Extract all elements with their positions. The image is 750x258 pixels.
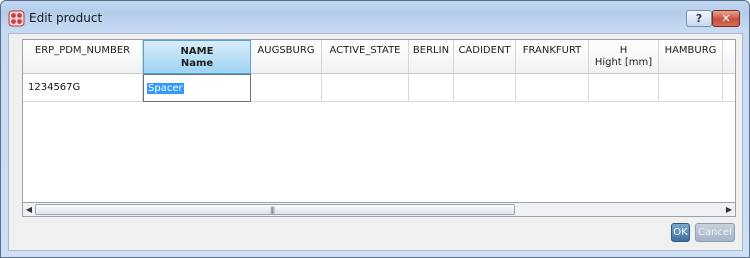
column-header-frankfurt[interactable]: FRANKFURT: [516, 40, 589, 74]
cell-augsburg[interactable]: [251, 74, 322, 102]
column-header-h[interactable]: H Hight [mm]: [589, 40, 659, 74]
dialog-client-area: ERP_PDM_NUMBER NAME Name AUGSBURG ACTIVE…: [8, 33, 743, 251]
scrollbar-thumb[interactable]: |||: [35, 204, 515, 215]
help-button[interactable]: ?: [686, 10, 712, 27]
column-header-active-state[interactable]: ACTIVE_STATE: [322, 40, 409, 74]
column-header-augsburg[interactable]: AUGSBURG: [251, 40, 322, 74]
column-header-hamburg[interactable]: HAMBURG: [659, 40, 723, 74]
cell-name-editor[interactable]: Spacer: [143, 74, 251, 102]
help-icon: ?: [695, 12, 703, 25]
close-button[interactable]: ✕: [712, 10, 740, 27]
column-header-erp-pdm-number[interactable]: ERP_PDM_NUMBER: [23, 40, 143, 74]
scroll-left-icon[interactable]: ◀: [23, 204, 35, 215]
column-header-cadident[interactable]: CADIDENT: [454, 40, 516, 74]
column-header-name[interactable]: NAME Name: [143, 40, 251, 74]
column-header-label: ERP_PDM_NUMBER: [34, 45, 131, 56]
scroll-right-icon[interactable]: ▶: [723, 204, 735, 215]
grip-icon: |||: [270, 206, 275, 214]
column-header-label: AUGSBURG: [257, 45, 315, 56]
column-header-berlin[interactable]: BERLIN: [409, 40, 454, 74]
cell-partial: [723, 74, 735, 102]
ok-button[interactable]: OK: [671, 223, 690, 242]
product-grid: ERP_PDM_NUMBER NAME Name AUGSBURG ACTIVE…: [22, 39, 736, 217]
column-header-label: CADIDENT: [458, 45, 511, 56]
cell-berlin[interactable]: [409, 74, 454, 102]
cancel-button[interactable]: Cancel: [695, 223, 735, 242]
cell-frankfurt[interactable]: [516, 74, 589, 102]
column-header-label: H: [619, 45, 628, 56]
title-bar[interactable]: Edit product ? ✕: [1, 1, 749, 34]
cell-h[interactable]: [589, 74, 659, 102]
cell-active-state[interactable]: [322, 74, 409, 102]
column-header-label: FRANKFURT: [522, 45, 582, 56]
close-icon: ✕: [721, 12, 731, 25]
column-header-sublabel: Hight [mm]: [594, 57, 653, 68]
column-header-sublabel: Name: [180, 58, 214, 69]
edit-product-app-icon: [8, 10, 25, 27]
cell-cadident[interactable]: [454, 74, 516, 102]
cell-erp-pdm-number[interactable]: 1234567G: [23, 74, 143, 102]
cell-hamburg[interactable]: [659, 74, 723, 102]
column-header-label: HAMBURG: [664, 45, 717, 56]
horizontal-scrollbar[interactable]: ◀ ||| ▶: [22, 202, 736, 217]
column-header-label: NAME: [180, 46, 214, 57]
column-header-label: ACTIVE_STATE: [329, 45, 401, 56]
name-input-value[interactable]: Spacer: [147, 82, 184, 94]
window-title: Edit product: [29, 11, 103, 25]
edit-product-window: Edit product ? ✕ ERP_PDM_NUMBER NAME Nam…: [0, 0, 750, 258]
column-header-label: BERLIN: [412, 45, 450, 56]
column-header-partial: [723, 40, 735, 74]
